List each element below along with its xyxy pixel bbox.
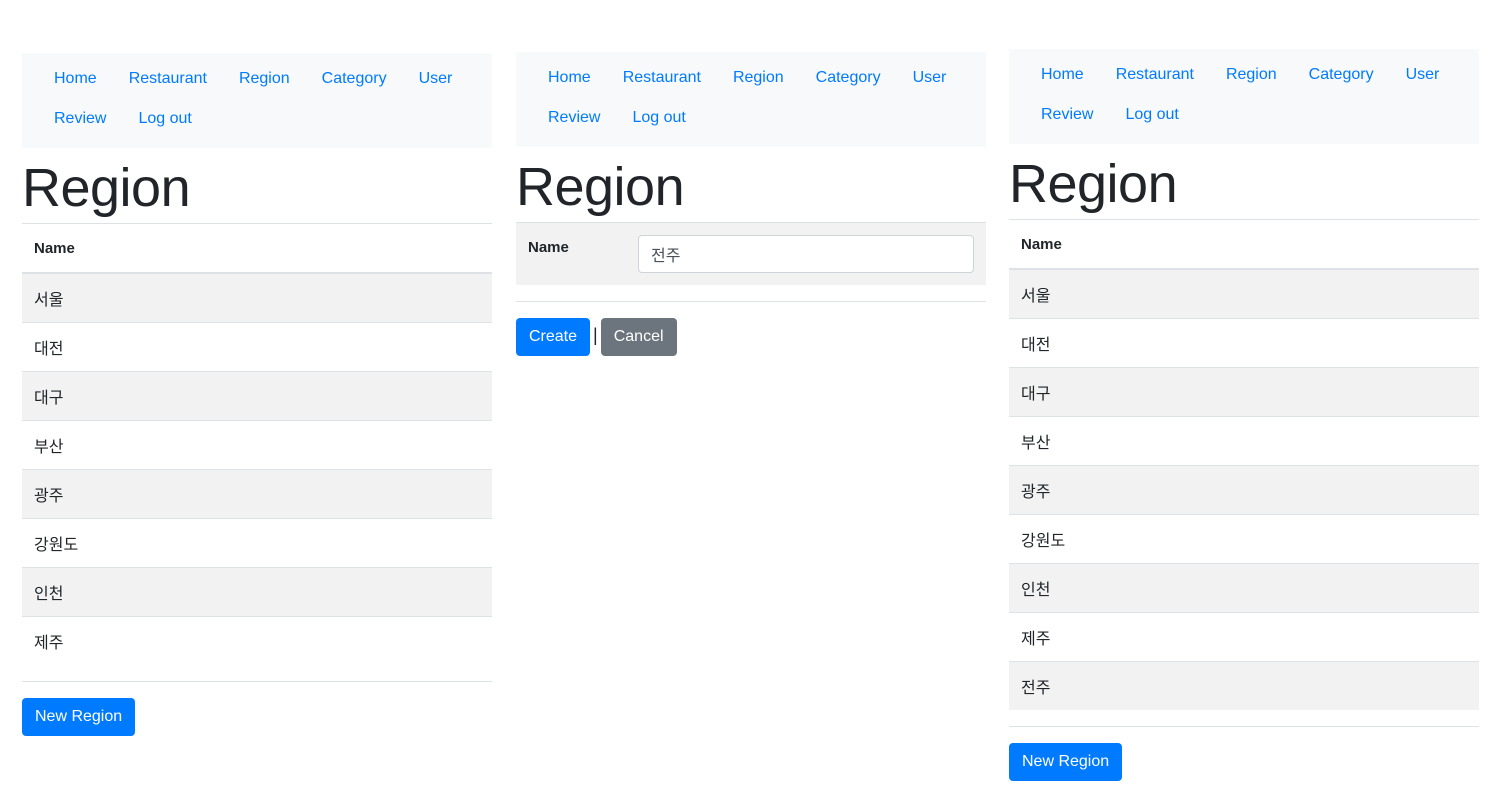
form-actions: Create | Cancel	[516, 318, 986, 356]
new-region-button[interactable]: New Region	[22, 698, 136, 736]
nav-row-1: Home Restaurant Region Category User	[532, 58, 970, 98]
nav-category-link[interactable]: Category	[306, 70, 403, 88]
nav-restaurant-link[interactable]: Restaurant	[607, 69, 717, 87]
table-row: 서울	[22, 272, 492, 323]
table-row: 대구	[22, 371, 492, 421]
column-header-name: Name	[1009, 219, 1479, 270]
navbar: Home Restaurant Region Category User Rev…	[1009, 49, 1479, 144]
cancel-button[interactable]: Cancel	[600, 318, 677, 356]
navbar: Home Restaurant Region Category User Rev…	[22, 53, 492, 148]
region-list-updated-panel: Home Restaurant Region Category User Rev…	[1009, 49, 1479, 781]
table-row: 광주	[22, 469, 492, 519]
region-name-cell: 전주	[1009, 661, 1479, 710]
table-row: 인천	[22, 567, 492, 617]
nav-category-link[interactable]: Category	[800, 69, 897, 87]
nav-review-link[interactable]: Review	[38, 110, 122, 128]
table-header-row: Name	[22, 223, 492, 274]
nav-home-link[interactable]: Home	[532, 69, 607, 87]
region-name-cell: 대구	[1009, 367, 1479, 417]
region-name-cell: 제주	[1009, 612, 1479, 662]
table-row: 제주	[1009, 612, 1479, 662]
nav-row-2: Review Log out	[38, 99, 476, 139]
nav-row-1: Home Restaurant Region Category User	[38, 59, 476, 99]
table-row: 강원도	[22, 518, 492, 568]
region-name-cell: 대전	[1009, 318, 1479, 368]
nav-logout-link[interactable]: Log out	[122, 110, 207, 128]
name-label: Name	[528, 239, 569, 256]
region-name-cell: 인천	[1009, 563, 1479, 613]
name-input[interactable]	[638, 235, 974, 273]
nav-review-link[interactable]: Review	[1025, 106, 1109, 124]
page-title: Region	[22, 158, 191, 218]
create-button[interactable]: Create	[516, 318, 591, 356]
nav-home-link[interactable]: Home	[38, 70, 113, 88]
nav-user-link[interactable]: User	[403, 70, 469, 88]
nav-row-2: Review Log out	[1025, 95, 1463, 135]
nav-region-link[interactable]: Region	[223, 70, 306, 88]
nav-user-link[interactable]: User	[1390, 66, 1456, 84]
nav-home-link[interactable]: Home	[1025, 66, 1100, 84]
table-header-row: Name	[1009, 219, 1479, 270]
region-name-cell: 강원도	[22, 518, 492, 568]
nav-category-link[interactable]: Category	[1293, 66, 1390, 84]
table-row: 서울	[1009, 268, 1479, 319]
nav-restaurant-link[interactable]: Restaurant	[1100, 66, 1210, 84]
region-name-cell: 인천	[22, 567, 492, 617]
region-name-cell: 서울	[1009, 268, 1479, 319]
nav-review-link[interactable]: Review	[532, 109, 616, 127]
region-name-cell: 강원도	[1009, 514, 1479, 564]
table-row: 부산	[22, 420, 492, 470]
region-name-cell: 광주	[1009, 465, 1479, 515]
region-name-cell: 광주	[22, 469, 492, 519]
table-row: 인천	[1009, 563, 1479, 613]
column-header-name: Name	[22, 223, 492, 274]
region-name-cell: 부산	[1009, 416, 1479, 466]
region-name-cell: 부산	[22, 420, 492, 470]
name-form-row: Name	[516, 222, 986, 285]
region-name-cell: 대구	[22, 371, 492, 421]
table-row: 대전	[22, 322, 492, 372]
table-row: 대전	[1009, 318, 1479, 368]
new-region-button[interactable]: New Region	[1009, 743, 1123, 781]
table-row: 광주	[1009, 465, 1479, 515]
page-title: Region	[516, 157, 685, 217]
nav-logout-link[interactable]: Log out	[1109, 106, 1194, 124]
nav-user-link[interactable]: User	[897, 69, 963, 87]
table-row: 부산	[1009, 416, 1479, 466]
nav-row-1: Home Restaurant Region Category User	[1025, 55, 1463, 95]
table-row: 대구	[1009, 367, 1479, 417]
table-row: 전주	[1009, 661, 1479, 710]
region-list-panel: Home Restaurant Region Category User Rev…	[22, 53, 492, 736]
button-separator: |	[593, 325, 598, 345]
navbar: Home Restaurant Region Category User Rev…	[516, 52, 986, 147]
nav-restaurant-link[interactable]: Restaurant	[113, 70, 223, 88]
table-row: 강원도	[1009, 514, 1479, 564]
nav-row-2: Review Log out	[532, 98, 970, 138]
region-name-cell: 제주	[22, 616, 492, 665]
page-title: Region	[1009, 154, 1178, 214]
region-create-panel: Home Restaurant Region Category User Rev…	[516, 52, 986, 356]
region-name-cell: 대전	[22, 322, 492, 372]
nav-region-link[interactable]: Region	[1210, 66, 1293, 84]
nav-logout-link[interactable]: Log out	[616, 109, 701, 127]
nav-region-link[interactable]: Region	[717, 69, 800, 87]
region-name-cell: 서울	[22, 272, 492, 323]
region-table: Name 서울 대전 대구 부산 광주 강원도 인천 제주 전주	[1009, 219, 1479, 710]
table-row: 제주	[22, 616, 492, 665]
region-table: Name 서울 대전 대구 부산 광주 강원도 인천 제주	[22, 223, 492, 665]
